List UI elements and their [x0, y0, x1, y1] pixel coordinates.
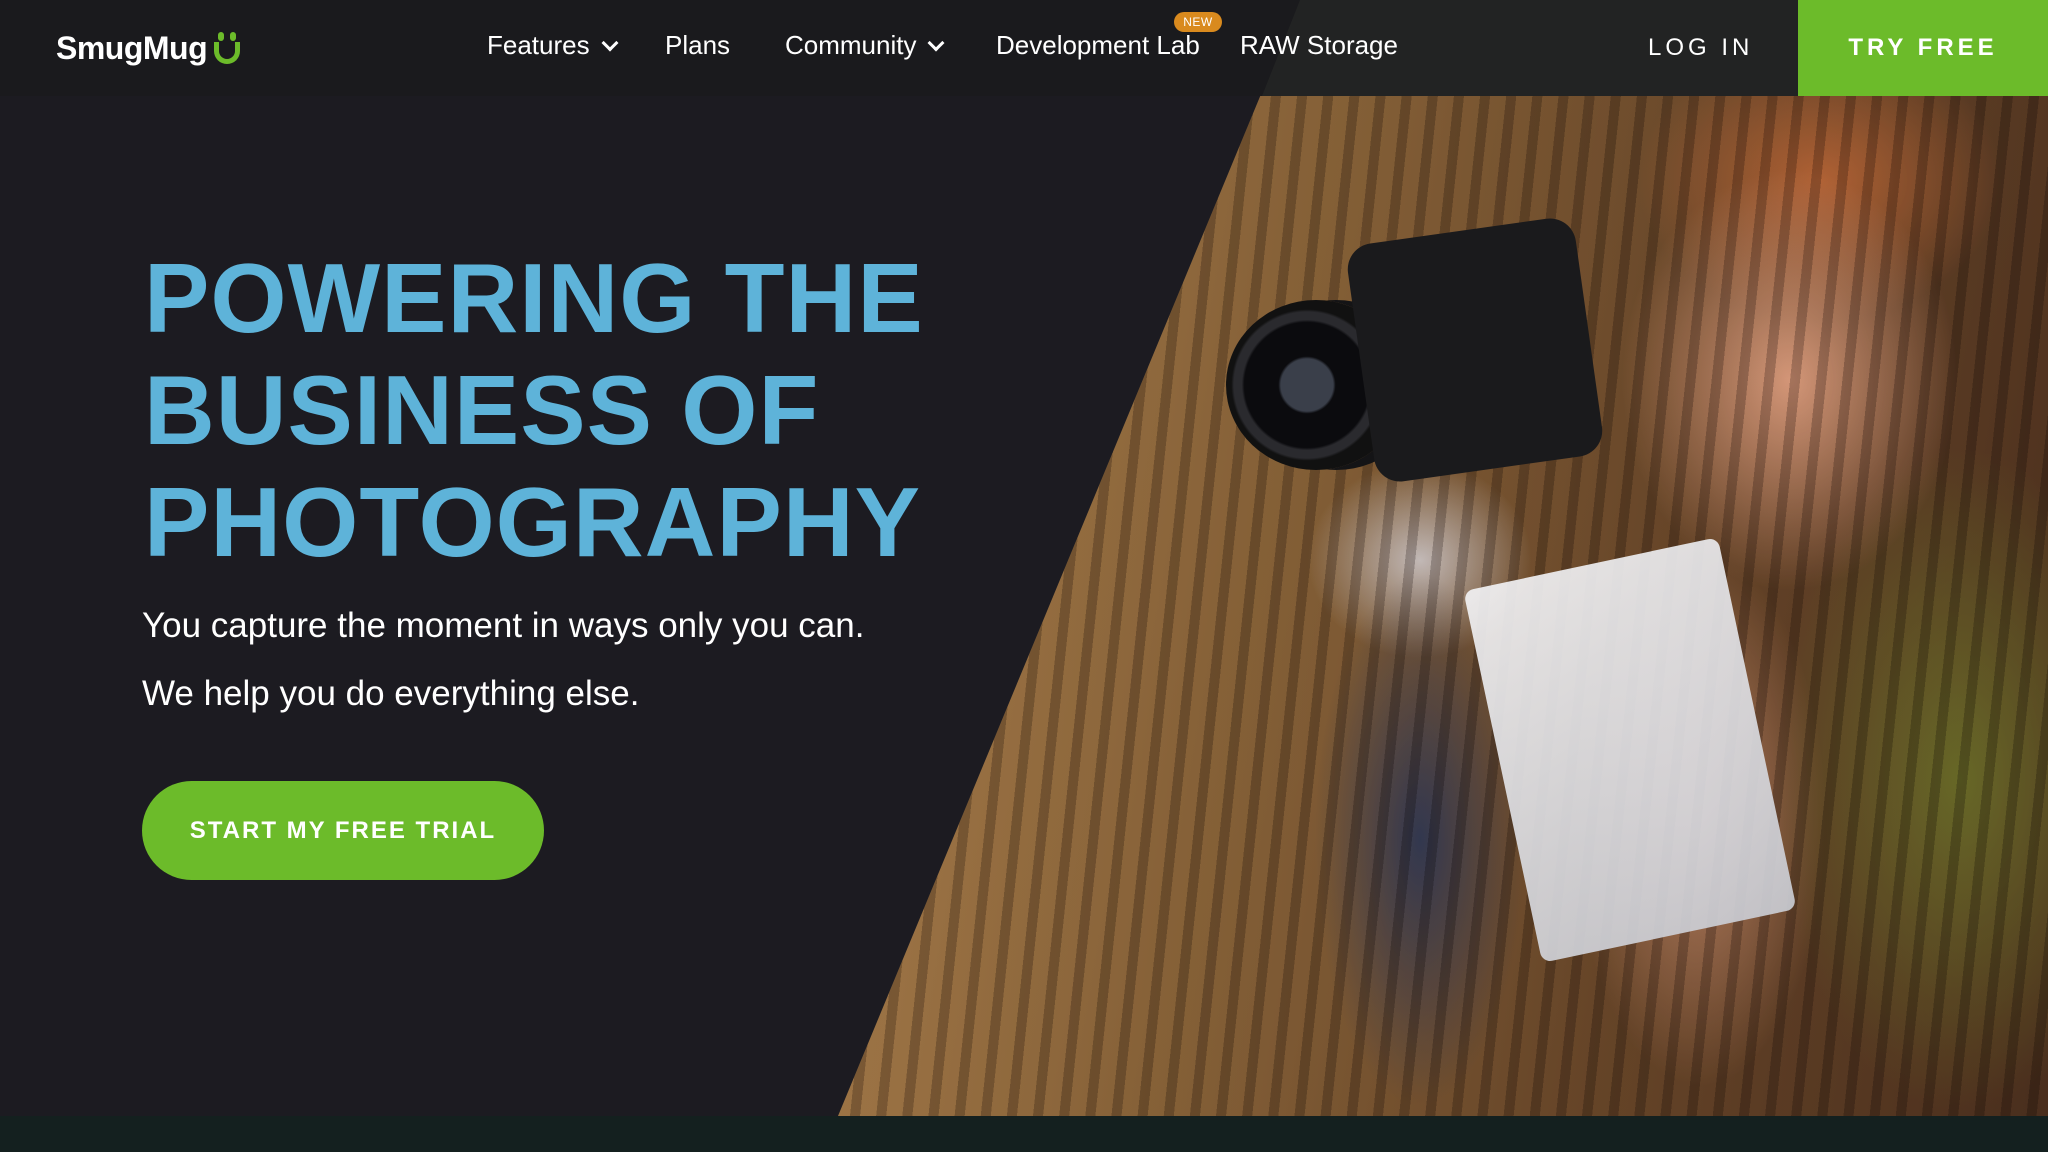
nav-item-community[interactable]: Community	[785, 30, 945, 61]
headline-line: POWERING THE	[144, 243, 924, 353]
headline-line: PHOTOGRAPHY	[144, 467, 921, 577]
chevron-down-icon	[601, 34, 619, 51]
logo-text: SmugMug	[56, 29, 208, 66]
landing-page: SmugMug Features Plans Community Develop…	[0, 0, 2048, 1152]
nav-item-label: Community	[785, 30, 917, 60]
nav-item-label: Features	[487, 30, 590, 60]
nav-item-label: RAW Storage	[1240, 30, 1398, 60]
smugmug-logo[interactable]: SmugMug	[56, 28, 243, 68]
nav-item-label: Plans	[665, 30, 731, 60]
chevron-down-icon	[927, 34, 945, 51]
nav-item-features[interactable]: Features	[487, 30, 619, 61]
hero-headline: POWERING THE BUSINESS OF PHOTOGRAPHY	[144, 242, 964, 578]
new-badge: NEW	[1174, 12, 1222, 32]
nav-item-development-lab[interactable]: Development Lab	[996, 30, 1200, 61]
nav-item-label: Development Lab	[996, 30, 1200, 60]
site-header: SmugMug Features Plans Community Develop…	[0, 0, 2048, 96]
nav-item-raw-storage[interactable]: RAW Storage	[1240, 30, 1398, 61]
bottom-strip	[0, 1116, 2048, 1152]
nav-item-plans[interactable]: Plans	[665, 30, 730, 61]
try-free-button[interactable]: TRY FREE	[1798, 0, 2048, 96]
smiley-logo-icon	[211, 30, 243, 66]
start-free-trial-button[interactable]: START MY FREE TRIAL	[142, 781, 544, 880]
hero-subtext: You capture the moment in ways only you …	[142, 606, 865, 713]
camera-body-graphic	[1344, 215, 1606, 485]
login-link[interactable]: LOG IN	[1648, 34, 1753, 62]
headline-line: BUSINESS OF	[144, 355, 820, 465]
